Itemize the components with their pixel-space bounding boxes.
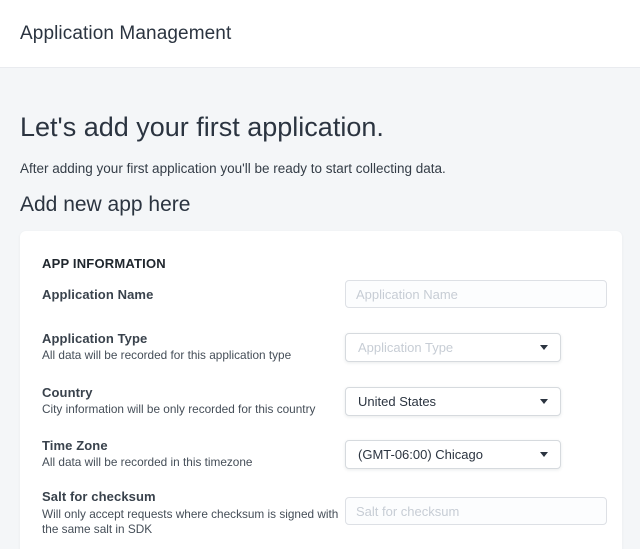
welcome-heading: Let's add your first application. [20, 111, 384, 143]
country-label: Country [42, 386, 342, 400]
welcome-subheading: After adding your first application you'… [20, 161, 446, 177]
country-select-value: United States [358, 394, 436, 409]
country-description: City information will be only recorded f… [42, 402, 344, 417]
page-title: Application Management [20, 23, 231, 45]
application-type-select-value: Application Type [358, 340, 453, 355]
add-new-app-section-title: Add new app here [20, 193, 190, 217]
application-name-label: Application Name [42, 288, 342, 302]
application-name-input[interactable] [345, 280, 607, 308]
timezone-select-value: (GMT-06:00) Chicago [358, 447, 483, 462]
caret-down-icon [540, 399, 548, 404]
app-information-card: APP INFORMATION Application Name Applica… [20, 231, 622, 549]
salt-input[interactable] [345, 497, 607, 525]
application-type-description: All data will be recorded for this appli… [42, 348, 344, 363]
app-information-label: APP INFORMATION [42, 256, 166, 271]
timezone-select[interactable]: (GMT-06:00) Chicago [345, 440, 561, 469]
top-header-bar: Application Management [0, 0, 640, 68]
country-select[interactable]: United States [345, 387, 561, 416]
timezone-description: All data will be recorded in this timezo… [42, 455, 344, 470]
salt-description: Will only accept requests where checksum… [42, 507, 344, 537]
timezone-label: Time Zone [42, 439, 342, 453]
salt-label: Salt for checksum [42, 490, 342, 504]
caret-down-icon [540, 452, 548, 457]
caret-down-icon [540, 345, 548, 350]
application-type-select[interactable]: Application Type [345, 333, 561, 362]
application-type-label: Application Type [42, 332, 342, 346]
